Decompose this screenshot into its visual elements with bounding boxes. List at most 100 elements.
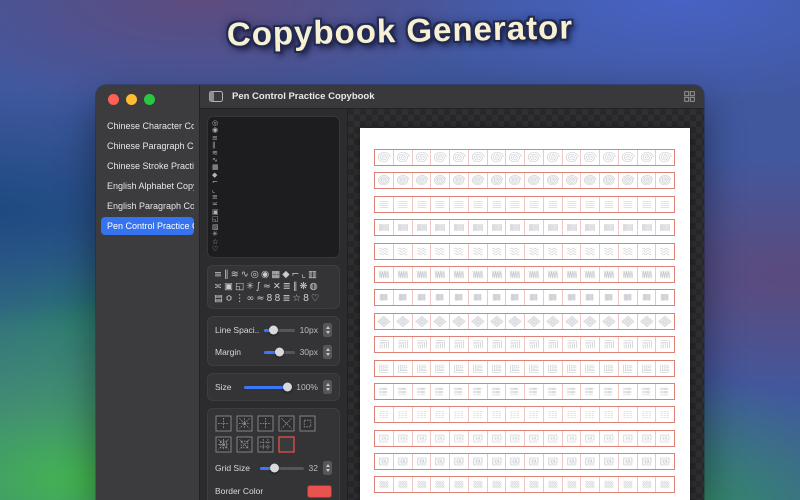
slider-thumb[interactable] [282,382,292,392]
practice-cell [394,196,413,212]
sidebar-item-0[interactable]: Chinese Character Cop... [101,117,194,135]
preview-panel[interactable] [348,109,704,500]
practice-cell [450,477,469,493]
practice-cell [563,196,582,212]
grid-type-button-hui-grid[interactable] [299,415,316,432]
pattern-row-grid [374,289,675,307]
slider-track[interactable] [260,463,304,473]
practice-cell [450,313,469,329]
palette-pattern-glyph[interactable]: ≎ [225,293,235,304]
practice-cell [431,173,450,189]
sidebar-item-1[interactable]: Chinese Paragraph Cop... [101,137,194,155]
practice-cell [413,430,432,446]
practice-cell [656,384,674,399]
practice-cell [450,243,469,259]
slider-thumb[interactable] [274,347,284,357]
slider-track[interactable] [244,382,292,392]
palette-pattern-glyph[interactable]: ❋ [300,281,310,292]
practice-cell [450,150,469,165]
practice-cell [563,220,582,236]
palette-pattern-glyph[interactable]: ≈ [263,281,273,292]
palette-pattern-glyph[interactable]: ▥ [308,269,319,280]
practice-cell [656,150,674,165]
palette-pattern-glyph[interactable]: ∫ [256,281,263,292]
practice-cell [638,173,657,189]
close-button[interactable] [108,94,119,105]
sidebar-item-5[interactable]: Pen Control Practice C... [101,217,194,235]
stepper-control[interactable] [323,380,332,394]
practice-cell [638,454,657,470]
practice-cell [375,243,394,259]
palette-pattern-glyph[interactable]: ◉ [261,269,271,280]
pattern-row-corner-bl [374,359,675,377]
stepper-control[interactable] [323,461,332,475]
palette-pattern-glyph[interactable]: ▦ [271,269,282,280]
palette-pattern-glyph[interactable]: ≣ [283,281,293,292]
pattern-sequence-editor[interactable]: ◎ ◉ ≡ ∥ ≋ ∿ ▦ ◆ ⌐ ⌞ ≡ ≍ ▣ ◱ ▨ ✳ ☆ ♡ [207,116,340,258]
palette-pattern-glyph[interactable]: ◆ [282,269,291,280]
palette-pattern-glyph[interactable]: ▣ [224,281,235,292]
sidebar-item-4[interactable]: English Paragraph Copy... [101,197,194,215]
practice-cell [600,477,619,493]
stepper-control[interactable] [323,345,332,359]
practice-cell [413,454,432,470]
grid-view-icon[interactable] [684,91,695,102]
practice-cell [506,220,525,236]
pattern-row-square-spiral [374,429,675,447]
grid-type-button-cross-grid[interactable] [257,415,274,432]
slider-row: Margin 30px [215,343,332,361]
minimize-button[interactable] [126,94,137,105]
grid-type-button-mi-grid[interactable] [236,415,253,432]
practice-cell [600,290,619,306]
palette-pattern-glyph[interactable]: ⋮ [235,293,247,304]
slider-track[interactable] [264,347,295,357]
grid-type-button-mi-hui-grid[interactable] [215,436,232,453]
palette-pattern-glyph[interactable]: ✳ [246,281,256,292]
practice-cell [431,454,450,470]
slider-thumb[interactable] [268,325,278,335]
sidebar-toggle-icon[interactable] [209,91,223,102]
color-swatch[interactable] [307,484,332,498]
practice-cell [544,454,563,470]
palette-pattern-glyph[interactable]: ⌐ [292,269,302,280]
palette-pattern-glyph[interactable]: ∞ [246,293,256,304]
palette-pattern-glyph[interactable]: ◎ [251,269,261,280]
sidebar-item-3[interactable]: English Alphabet Copyb... [101,177,194,195]
palette-pattern-glyph[interactable]: 88 [266,293,282,304]
palette-pattern-glyph[interactable]: ◍ [309,281,319,292]
palette-pattern-glyph[interactable]: ≡ [214,269,224,280]
practice-cell [375,313,394,329]
zoom-button[interactable] [144,94,155,105]
palette-pattern-glyph[interactable]: ◱ [235,281,246,292]
grid-type-button-x-hui-grid[interactable] [236,436,253,453]
palette-pattern-glyph[interactable]: 8 [303,293,311,304]
grid-type-button-jiu-grid[interactable] [257,436,274,453]
slider-thumb[interactable] [269,463,279,473]
practice-cell [375,266,394,282]
palette-pattern-glyph[interactable]: ≣ [282,293,292,304]
practice-cell [469,360,488,376]
palette-pattern-glyph[interactable]: ∿ [241,269,251,280]
grid-type-selector [215,413,332,455]
palette-pattern-glyph[interactable]: ≍ [214,281,224,292]
palette-pattern-glyph[interactable]: ▤ [214,293,225,304]
practice-cell [431,337,450,353]
practice-cell [525,313,544,329]
grid-type-button-blank-grid[interactable] [278,436,295,453]
pattern-row-v-lines [374,219,675,237]
practice-cell [375,360,394,376]
palette-pattern-glyph[interactable]: ☆ [292,293,303,304]
sidebar-item-2[interactable]: Chinese Stroke Practic... [101,157,194,175]
stepper-control[interactable] [323,323,332,337]
palette-pattern-glyph[interactable]: ✕ [273,281,283,292]
palette-pattern-glyph[interactable]: ∥ [293,281,300,292]
grid-type-button-x-grid[interactable] [278,415,295,432]
palette-pattern-glyph[interactable]: ∥ [224,269,231,280]
palette-pattern-glyph[interactable]: ≋ [231,269,241,280]
palette-pattern-glyph[interactable]: ≈ [256,293,266,304]
grid-type-button-tian-grid[interactable] [215,415,232,432]
practice-cell [394,454,413,470]
slider-track[interactable] [264,325,295,335]
practice-cell [563,266,582,282]
palette-pattern-glyph[interactable]: ♡ [311,293,322,304]
